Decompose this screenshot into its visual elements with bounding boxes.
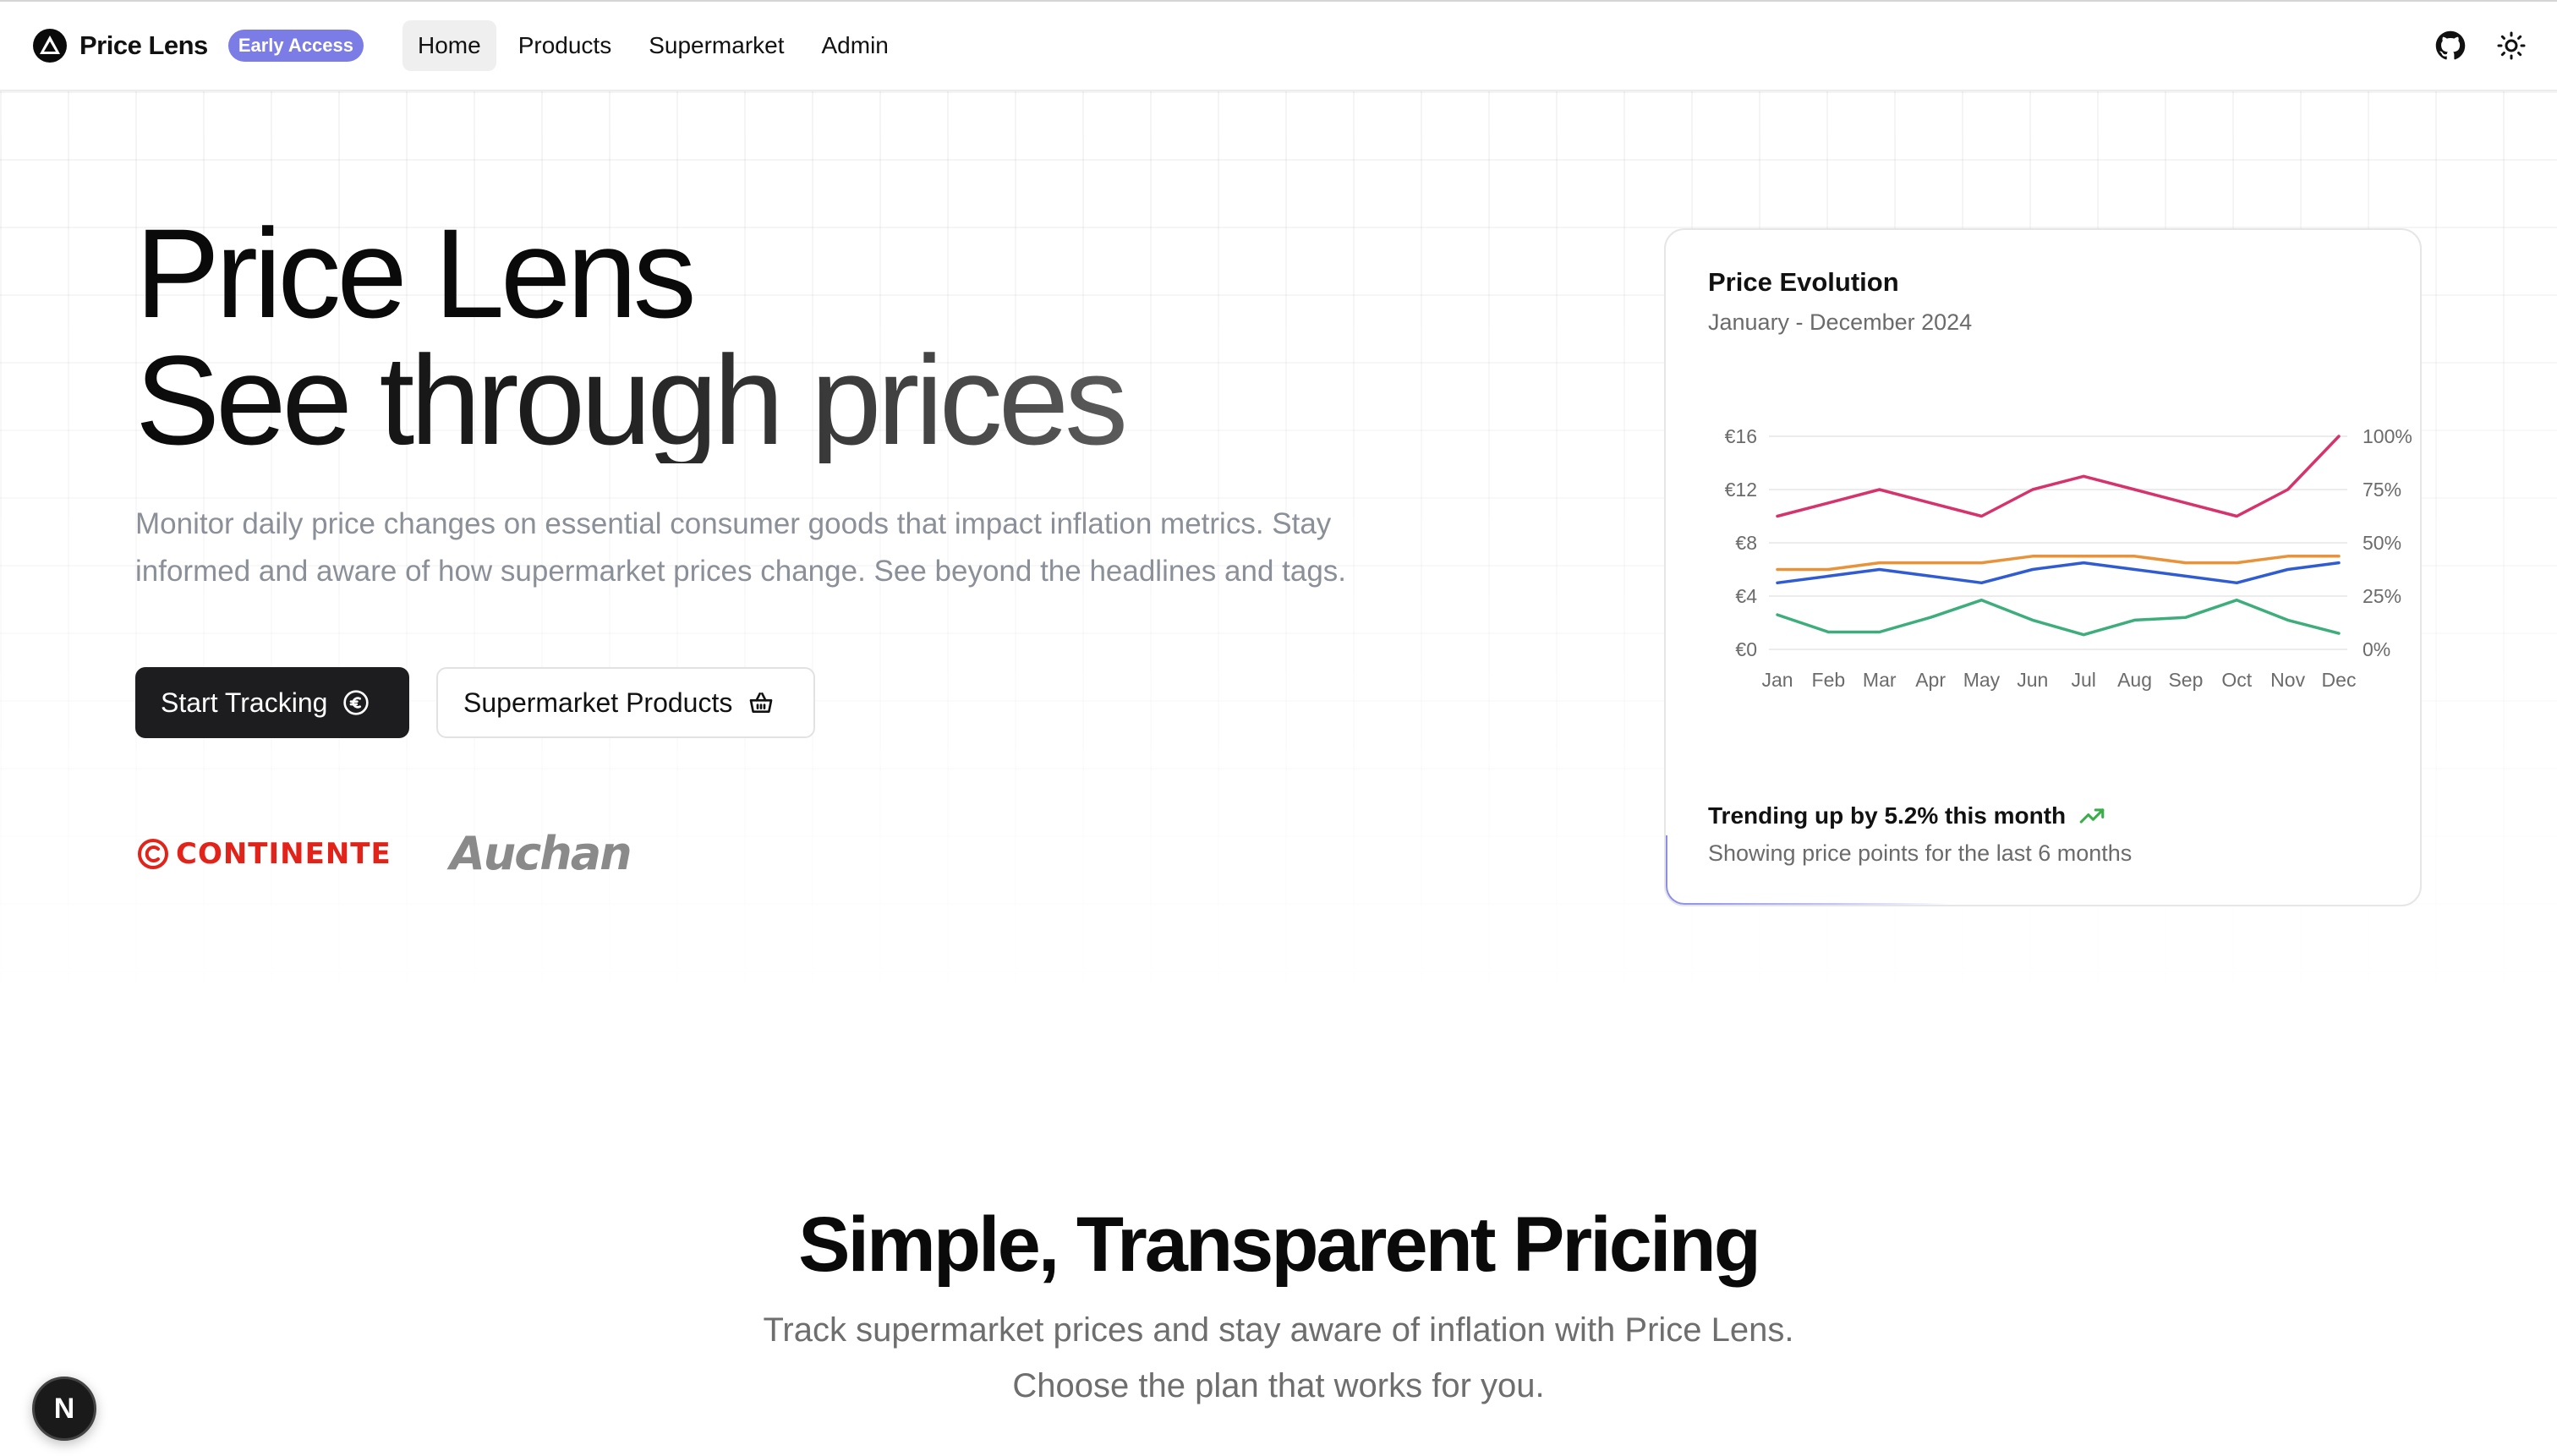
chart-x-tick: Feb [1812, 669, 1846, 691]
hero-title-line2: See through prices [135, 329, 1128, 471]
pricing-subtitle-line1: Track supermarket prices and stay aware … [763, 1311, 1794, 1349]
top-nav: Price Lens Early Access Home Products Su… [0, 0, 2557, 91]
trend-row: Trending up by 5.2% this month [1708, 802, 2106, 830]
chart-y-tick-left: €16 [1725, 425, 1757, 447]
chart-x-tick: Mar [1863, 669, 1897, 691]
chart-x-tick: Dec [2322, 669, 2357, 691]
chart-x-tick: Apr [1915, 669, 1946, 691]
chart-y-tick-left: €0 [1735, 638, 1757, 660]
continente-mark-icon [138, 839, 168, 869]
hero-title: Price Lens See through prices [135, 202, 1128, 471]
chart-y-tick-left: €8 [1735, 532, 1757, 554]
pricing-subtitle-line2: Choose the plan that works for you. [1012, 1367, 1545, 1404]
chart-x-tick: Sep [2168, 669, 2203, 691]
nav-link-admin[interactable]: Admin [807, 20, 904, 71]
chart-series-line-1 [1776, 435, 2341, 518]
nav-links: Home Products Supermarket Admin [402, 20, 904, 71]
chart-y-tick-right: 25% [2363, 585, 2401, 607]
chart-x-tick: May [1963, 669, 2001, 691]
chart-series-line-4 [1776, 598, 2341, 637]
chart-x-tick: Jan [1761, 669, 1793, 691]
chart-x-tick: Aug [2117, 669, 2152, 691]
price-evolution-chart: €16 100% €12 75% €8 50% €4 25% €0 0% Jan Feb Mar Apr M… [1725, 425, 2412, 691]
nextjs-dev-badge[interactable]: N [32, 1377, 96, 1441]
chart-x-tick: Jun [2017, 669, 2048, 691]
early-access-badge: Early Access [227, 30, 364, 62]
supermarket-products-label: Supermarket Products [463, 687, 733, 718]
nav-actions [2435, 30, 2527, 61]
trend-text: Trending up by 5.2% this month [1708, 802, 2067, 829]
card-title: Price Evolution [1708, 267, 1899, 297]
chart-y-tick-right: 50% [2363, 532, 2401, 554]
github-icon[interactable] [2435, 30, 2466, 61]
nextjs-dev-badge-label: N [53, 1392, 75, 1425]
pricing-subtitle: Track supermarket prices and stay aware … [0, 1302, 2557, 1414]
hero-description: Monitor daily price changes on essential… [135, 507, 1347, 588]
chart-y-tick-right: 0% [2363, 638, 2390, 660]
chart-x-tick: Jul [2071, 669, 2095, 691]
pricing-title: Simple, Transparent Pricing [798, 1201, 1761, 1288]
brand[interactable]: Price Lens Early Access [32, 28, 364, 63]
continente-logo: CONTINENTE [137, 834, 391, 874]
supermarket-products-button[interactable]: Supermarket Products [436, 667, 815, 738]
nav-link-products[interactable]: Products [503, 20, 627, 71]
price-evolution-card: Price Evolution January - December 2024 … [1664, 228, 2422, 906]
trending-up-icon [2079, 808, 2105, 824]
euro-circle-icon [343, 690, 370, 715]
trend-footer: Showing price points for the last 6 mont… [1708, 840, 2133, 866]
chart-y-tick-right: 75% [2363, 479, 2401, 501]
card-subtitle: January - December 2024 [1708, 309, 1973, 335]
chart-y-tick-right: 100% [2363, 425, 2412, 447]
chart-x-tick: Oct [2221, 669, 2252, 691]
nav-link-home[interactable]: Home [402, 20, 496, 71]
brand-name: Price Lens [79, 30, 208, 60]
continente-logo-text: CONTINENTE [176, 837, 391, 871]
basket-icon [750, 692, 773, 713]
chart-y-tick-left: €12 [1725, 479, 1757, 501]
chart-x-tick: Nov [2270, 669, 2305, 691]
nav-link-supermarket[interactable]: Supermarket [633, 20, 799, 71]
hero-title-line1: Price Lens [135, 202, 697, 344]
auchan-logo-text: Auchan [450, 827, 632, 880]
start-tracking-button[interactable]: Start Tracking [135, 667, 409, 738]
brand-logo-icon [33, 29, 67, 63]
auchan-logo: Auchan [450, 827, 632, 881]
sun-icon[interactable] [2496, 30, 2527, 61]
chart-y-tick-left: €4 [1735, 585, 1757, 607]
start-tracking-label: Start Tracking [161, 687, 328, 718]
